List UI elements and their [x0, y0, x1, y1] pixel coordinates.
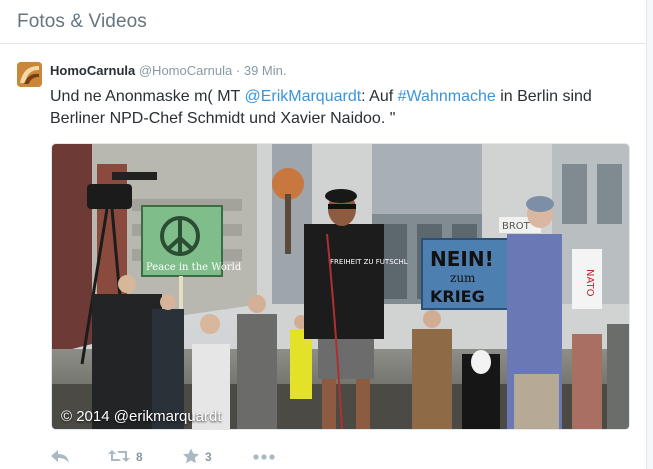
photo-watermark: © 2014 @erikmarquardt [61, 408, 222, 425]
tweet-text: Und ne Anonmaske m( MT @ErikMarquardt: A… [50, 86, 630, 130]
nato-sign-text: NATO [584, 269, 595, 297]
reply-button[interactable] [50, 447, 70, 467]
star-icon [182, 448, 200, 467]
favorite-button[interactable]: 3 [182, 447, 212, 467]
retweet-count: 8 [136, 450, 143, 464]
brot-sign-text: BROT [502, 221, 531, 232]
more-button[interactable] [252, 447, 276, 467]
protest-photo: Peace in the World NEIN! zum KRIEG BROT … [52, 144, 629, 429]
author-username[interactable]: @HomoCarnula [139, 63, 232, 78]
avatar[interactable] [17, 62, 42, 87]
author-fullname[interactable]: HomoCarnula [50, 63, 135, 78]
tweet-actions: 8 3 [50, 447, 350, 467]
tweet-text-part: Und ne Anonmaske m( MT [50, 88, 245, 105]
header-separator: · [235, 63, 241, 78]
section-title: Fotos & Videos [17, 11, 147, 32]
krieg-sign-text: KRIEG [430, 287, 485, 306]
avatar-image [17, 62, 42, 87]
mention-link[interactable]: @ErikMarquardt [244, 88, 361, 105]
retweet-button[interactable]: 8 [107, 447, 143, 467]
tweet-timestamp[interactable]: 39 Min. [244, 63, 287, 78]
retweet-icon [107, 448, 131, 467]
section-header: Fotos & Videos [0, 0, 646, 44]
shirt-text: FREIHEIT ZU FUTSCHL [330, 258, 408, 266]
tweet[interactable]: HomoCarnula @HomoCarnula · 39 Min. Und n… [0, 45, 646, 469]
more-icon [252, 448, 276, 467]
hashtag-link[interactable]: #Wahnmache [398, 88, 496, 105]
favorite-count: 3 [205, 450, 212, 464]
zum-sign-text: zum [450, 271, 476, 285]
peace-sign-text: Peace in the World [146, 262, 242, 273]
tweet-text-part: : Auf [361, 88, 398, 105]
right-rail-divider [646, 0, 653, 469]
page: Fotos & Videos HomoCarnula @HomoCarnula … [0, 0, 653, 469]
reply-icon [50, 448, 70, 467]
tweet-header: HomoCarnula @HomoCarnula · 39 Min. [50, 63, 287, 78]
tweet-photo[interactable]: Peace in the World NEIN! zum KRIEG BROT … [51, 143, 630, 430]
nein-sign-text: NEIN! [430, 247, 494, 271]
